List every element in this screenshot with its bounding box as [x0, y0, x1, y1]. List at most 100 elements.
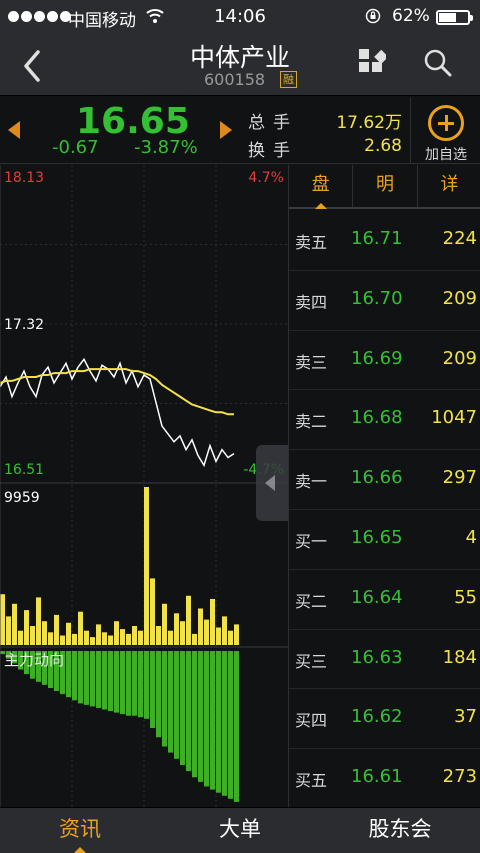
expand-panel-handle[interactable]: [256, 445, 288, 521]
chart-high-pct-label: 4.7%: [248, 170, 284, 186]
volume-bar: [198, 608, 203, 645]
volume-bar: [222, 616, 227, 645]
order-price: 16.64: [351, 586, 403, 608]
money-flow-bar: [198, 651, 203, 782]
volume-bar: [78, 611, 83, 645]
order-price: 16.68: [351, 407, 403, 429]
volume-bar: [162, 603, 167, 645]
order-level: 卖五: [295, 233, 328, 252]
money-flow-bar: [210, 651, 215, 790]
order-price: 16.70: [351, 287, 403, 309]
money-flow-label: 主力动向: [4, 651, 65, 669]
money-flow-bar: [192, 651, 197, 778]
order-level: 买一: [295, 531, 328, 551]
money-flow-bar: [120, 651, 125, 715]
order-price: 16.66: [351, 467, 403, 489]
price-change: -0.67: [52, 137, 99, 158]
plus-circle-icon: [428, 105, 464, 141]
rotation-lock-icon: [365, 8, 381, 24]
volume-bar: [126, 633, 131, 645]
volume-bar: [6, 616, 11, 645]
apps-grid-icon[interactable]: [358, 48, 386, 76]
order-price: 16.61: [351, 766, 403, 788]
order-volume: 273: [442, 766, 477, 788]
order-price: 16.69: [351, 347, 403, 369]
volume-bar: [180, 621, 185, 645]
prev-stock-arrow-icon[interactable]: [8, 121, 20, 139]
money-flow-bar: [114, 651, 119, 713]
money-flow-bar: [162, 651, 167, 747]
order-level: 卖二: [295, 412, 328, 432]
intraday-chart[interactable]: 18.13 4.7% 17.32 16.51 -4.7% 9959 主力动向: [0, 165, 288, 807]
volume-bar: [234, 624, 239, 645]
tab-news[interactable]: 资讯: [0, 808, 160, 853]
money-flow-bar: [108, 651, 113, 712]
total-volume-value: 17.62万: [336, 113, 402, 133]
chart-high-label: 18.13: [4, 170, 45, 186]
money-flow-bar: [66, 651, 71, 698]
order-book-panel: 盘 明 详 卖五 16.71 224 卖四 16.70 209 卖三 16.69 209 卖…: [288, 165, 480, 809]
volume-bar: [228, 630, 233, 645]
turnover-label: 换手: [248, 141, 298, 161]
money-flow-bar: [84, 651, 89, 705]
tab-ming[interactable]: 明: [352, 165, 416, 207]
nav-bar: 中体产业 600158 融: [0, 34, 480, 96]
order-level: 买四: [295, 711, 328, 731]
tab-shareholders[interactable]: 股东会: [320, 808, 480, 853]
tab-xiang[interactable]: 详: [416, 165, 480, 207]
order-volume: 209: [442, 347, 477, 369]
stock-name: 中体产业: [189, 43, 290, 72]
turnover-value: 2.68: [364, 136, 402, 156]
money-flow-bar: [138, 651, 143, 718]
volume-bar: [210, 599, 215, 645]
volume-bar: [30, 626, 35, 645]
order-price: 16.63: [351, 646, 403, 668]
money-flow-bar: [216, 651, 221, 793]
order-book-rows: 卖五 16.71 224 卖四 16.70 209 卖三 16.69 209 卖二 16.68…: [289, 211, 480, 809]
order-volume: 297: [442, 467, 477, 489]
volume-bar: [18, 630, 23, 645]
money-flow-bar: [156, 651, 161, 738]
order-level: 买三: [295, 651, 328, 671]
tab-pan[interactable]: 盘: [289, 165, 352, 209]
money-flow-bar: [126, 651, 131, 716]
order-volume: 224: [442, 228, 477, 249]
chart-prev-close-label: 17.32: [4, 317, 45, 333]
stock-code: 600158: [204, 70, 266, 89]
volume-bar: [102, 632, 107, 645]
order-volume: 1047: [431, 407, 477, 429]
order-row-sell-4: 卖四 16.70 209: [289, 271, 480, 331]
order-level: 卖一: [295, 472, 328, 492]
volume-bar: [36, 597, 41, 645]
money-flow-bar: [150, 651, 155, 728]
volume-bar: [66, 622, 71, 645]
order-level: 买五: [295, 771, 328, 791]
add-watchlist-button[interactable]: 加自选: [410, 97, 480, 164]
volume-bar: [216, 627, 221, 645]
money-flow-bar: [204, 651, 209, 787]
tab-big-orders[interactable]: 大单: [160, 808, 320, 853]
order-row-buy-4: 买四 16.62 37: [289, 689, 480, 750]
volume-bar: [156, 626, 161, 645]
status-bar: 中国移动 14:06 62%: [0, 0, 480, 34]
volume-bar: [96, 624, 101, 645]
volume-bar: [192, 633, 197, 645]
add-watchlist-label: 加自选: [425, 147, 467, 163]
search-icon[interactable]: [423, 48, 453, 78]
order-row-buy-2: 买二 16.64 55: [289, 570, 480, 630]
chart-low-label: 16.51: [4, 462, 45, 478]
order-row-sell-5: 卖五 16.71 224: [289, 211, 480, 271]
volume-bar: [186, 595, 191, 645]
money-flow-bar: [132, 651, 137, 716]
volume-bar: [72, 633, 77, 645]
battery-icon: [436, 10, 473, 25]
chart-canvas: [0, 165, 288, 807]
money-flow-bar: [144, 651, 149, 719]
next-stock-arrow-icon[interactable]: [220, 121, 232, 139]
money-flow-bar: [180, 651, 185, 765]
volume-bar: [60, 635, 65, 645]
order-price: 16.71: [351, 228, 403, 249]
order-row-sell-1: 卖一 16.66 297: [289, 450, 480, 510]
volume-bar: [0, 594, 5, 645]
order-level: 卖四: [295, 292, 328, 312]
